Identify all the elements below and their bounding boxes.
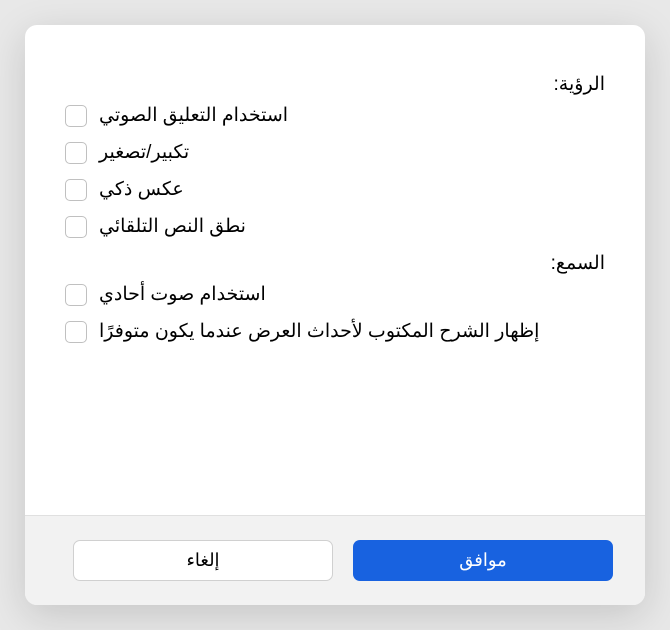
- speak-auto-checkbox[interactable]: [65, 216, 87, 238]
- vision-section-label: الرؤية:: [65, 73, 605, 96]
- hearing-section-label: السمع:: [65, 252, 605, 275]
- dialog-footer: موافق إلغاء: [25, 515, 645, 605]
- zoom-label[interactable]: تكبير/تصغير: [99, 141, 189, 164]
- voiceover-label[interactable]: استخدام التعليق الصوتي: [99, 104, 288, 127]
- smart-invert-checkbox[interactable]: [65, 179, 87, 201]
- cancel-button[interactable]: إلغاء: [73, 540, 333, 581]
- mono-audio-row: استخدام صوت أحادي: [65, 283, 605, 306]
- speak-auto-label[interactable]: نطق النص التلقائي: [99, 215, 246, 238]
- ok-button[interactable]: موافق: [353, 540, 613, 581]
- speak-auto-row: نطق النص التلقائي: [65, 215, 605, 238]
- captions-row: إظهار الشرح المكتوب لأحداث العرض عندما ي…: [65, 320, 605, 343]
- mono-audio-checkbox[interactable]: [65, 284, 87, 306]
- dialog-content: الرؤية: استخدام التعليق الصوتي تكبير/تصغ…: [25, 25, 645, 515]
- captions-label[interactable]: إظهار الشرح المكتوب لأحداث العرض عندما ي…: [99, 320, 539, 343]
- mono-audio-label[interactable]: استخدام صوت أحادي: [99, 283, 266, 306]
- zoom-checkbox[interactable]: [65, 142, 87, 164]
- smart-invert-row: عكس ذكي: [65, 178, 605, 201]
- zoom-row: تكبير/تصغير: [65, 141, 605, 164]
- captions-checkbox[interactable]: [65, 321, 87, 343]
- smart-invert-label[interactable]: عكس ذكي: [99, 178, 184, 201]
- voiceover-row: استخدام التعليق الصوتي: [65, 104, 605, 127]
- accessibility-dialog: الرؤية: استخدام التعليق الصوتي تكبير/تصغ…: [25, 25, 645, 605]
- voiceover-checkbox[interactable]: [65, 105, 87, 127]
